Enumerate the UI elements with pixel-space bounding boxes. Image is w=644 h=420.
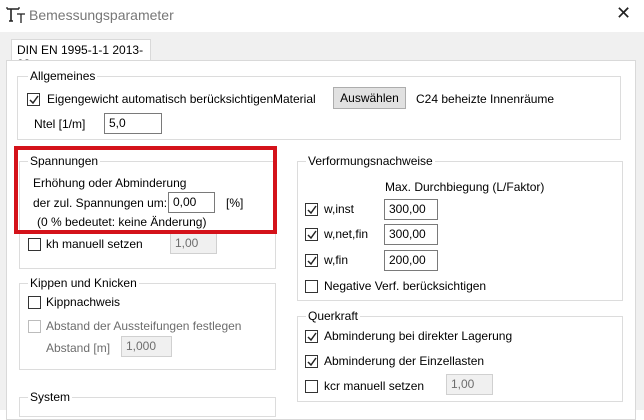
kippnachweis-label: Kippnachweis xyxy=(46,295,121,309)
eigengewicht-checkbox[interactable] xyxy=(27,93,40,106)
negative-verf-label: Negative Verf. berücksichtigen xyxy=(324,279,487,293)
group-label-allgemeines: Allgemeines xyxy=(28,69,98,83)
wfin-label: w,fin xyxy=(324,253,349,267)
kcr-checkbox[interactable] xyxy=(305,380,318,393)
winst-checkbox[interactable] xyxy=(305,203,318,216)
abstand-label: Abstand der Aussteifungen festlegen xyxy=(46,319,242,333)
wnetfin-input[interactable]: 300,00 xyxy=(384,224,438,245)
negative-verf-checkbox[interactable] xyxy=(305,280,318,293)
group-label-kippen: Kippen und Knicken xyxy=(28,276,139,290)
abstand-m-input[interactable]: 1,000 xyxy=(121,336,172,357)
winst-input[interactable]: 300,00 xyxy=(384,199,438,220)
kcr-input[interactable]: 1,00 xyxy=(446,374,493,395)
auswaehlen-button[interactable]: Auswählen xyxy=(333,87,406,109)
group-label-verformung: Verformungsnachweise xyxy=(306,154,435,168)
group-label-querkraft: Querkraft xyxy=(306,309,361,323)
wnetfin-label: w,net,fin xyxy=(324,227,369,241)
direkt-lagerung-checkbox[interactable] xyxy=(305,330,318,343)
einzellasten-checkbox[interactable] xyxy=(305,355,318,368)
kh-label: kh manuell setzen xyxy=(46,237,143,251)
ntel-input[interactable]: 5,0 xyxy=(104,113,162,134)
wfin-input[interactable]: 200,00 xyxy=(384,250,438,271)
kcr-label: kcr manuell setzen xyxy=(324,379,425,393)
einzellasten-label: Abminderung der Einzellasten xyxy=(324,354,485,368)
kippnachweis-checkbox[interactable] xyxy=(28,296,41,309)
wnetfin-checkbox[interactable] xyxy=(305,228,318,241)
settings-ruler-icon xyxy=(5,5,27,25)
eigengewicht-label: Eigengewicht automatisch berücksichtigen xyxy=(47,92,274,106)
window-title: Bemessungsparameter xyxy=(29,7,174,23)
kh-input[interactable]: 1,00 xyxy=(170,233,217,254)
tab-din-en-1995[interactable]: DIN EN 1995-1-1 2013-08 xyxy=(11,39,151,71)
ntel-label: Ntel [1/m] xyxy=(34,117,86,131)
wfin-checkbox[interactable] xyxy=(305,254,318,267)
abstand-checkbox[interactable] xyxy=(28,320,41,333)
durchbiegung-header: Max. Durchbiegung (L/Faktor) xyxy=(385,180,545,194)
highlight-box xyxy=(14,146,277,234)
group-label-system: System xyxy=(28,390,73,404)
abstand-m-label: Abstand [m] xyxy=(46,341,111,355)
direkt-lagerung-label: Abminderung bei direkter Lagerung xyxy=(324,329,513,343)
material-label: Material xyxy=(273,92,316,106)
winst-label: w,inst xyxy=(324,202,355,216)
kh-checkbox[interactable] xyxy=(28,238,41,251)
material-value: C24 beheizte Innenräume xyxy=(416,92,555,106)
close-icon[interactable]: ✕ xyxy=(616,3,631,24)
